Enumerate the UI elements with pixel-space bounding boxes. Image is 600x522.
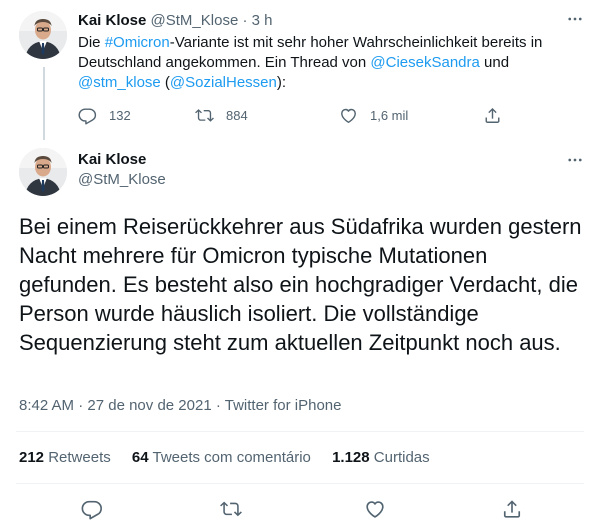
- avatar-image: [19, 148, 67, 196]
- divider: [16, 483, 584, 484]
- retweets-label: Retweets: [48, 449, 111, 466]
- tweet-header: Kai Klose @StM_Klose · 3 h: [78, 11, 273, 31]
- text-segment: und: [479, 54, 510, 71]
- retweets-count: 212: [19, 449, 45, 466]
- tweet-text: Die #Omicron-Variante ist mit sehr hoher…: [78, 33, 558, 93]
- meta-separator: ·: [78, 397, 84, 414]
- like-count: 1,6 mil: [370, 107, 409, 123]
- hashtag-link[interactable]: #Omicron: [105, 34, 170, 51]
- more-options-button[interactable]: [565, 150, 585, 170]
- header-separator: ·: [242, 12, 248, 29]
- tweet-time[interactable]: 3 h: [252, 12, 273, 29]
- likes-label: Curtidas: [373, 449, 430, 466]
- like-button[interactable]: [363, 497, 387, 521]
- author-handle[interactable]: @StM_Klose: [78, 170, 166, 190]
- like-icon: [341, 108, 356, 123]
- tweet-date[interactable]: 27 de nov de 2021: [87, 397, 211, 414]
- divider: [16, 431, 584, 432]
- tweet-time[interactable]: 8:42 AM: [19, 397, 74, 414]
- tweet-source[interactable]: Twitter for iPhone: [225, 397, 342, 414]
- avatar[interactable]: [19, 11, 67, 59]
- thread-connector-line: [43, 67, 45, 140]
- tweet-stats: 212 Retweets 64 Tweets com comentário 1.…: [19, 448, 447, 468]
- more-icon: [568, 17, 582, 21]
- tweet-meta: 8:42 AM · 27 de nov de 2021 · Twitter fo…: [19, 396, 341, 416]
- like-icon: [366, 501, 384, 518]
- reply-icon: [78, 107, 97, 125]
- more-icon: [568, 158, 582, 162]
- reply-icon: [81, 500, 102, 520]
- share-icon: [485, 107, 500, 123]
- likes-stat[interactable]: 1.128 Curtidas: [332, 448, 430, 468]
- text-segment: (: [160, 74, 170, 91]
- tweet-actions: 132 884 1,6 mil: [78, 104, 518, 126]
- text-segment: ):: [276, 74, 287, 91]
- retweet-icon: [195, 108, 214, 122]
- retweets-stat[interactable]: 212 Retweets: [19, 448, 111, 468]
- text-segment: Die: [78, 34, 105, 51]
- author-handle[interactable]: @StM_Klose: [151, 12, 239, 29]
- quote-tweets-stat[interactable]: 64 Tweets com comentário: [132, 448, 311, 468]
- reply-button[interactable]: 132: [78, 104, 131, 126]
- more-options-button[interactable]: [565, 9, 585, 29]
- reply-button[interactable]: [80, 497, 104, 521]
- author-name[interactable]: Kai Klose: [78, 12, 146, 29]
- likes-count: 1.128: [332, 449, 370, 466]
- retweet-button[interactable]: [219, 497, 243, 521]
- avatar[interactable]: [19, 148, 67, 196]
- mention-link[interactable]: @CiesekSandra: [370, 54, 479, 71]
- share-button[interactable]: [500, 497, 524, 521]
- avatar-image: [19, 11, 67, 59]
- mention-link[interactable]: @stm_klose: [78, 74, 161, 91]
- retweet-count: 884: [226, 107, 248, 123]
- tweet-text: Bei einem Reiserückkehrer aus Südafrika …: [19, 214, 582, 355]
- like-button[interactable]: 1,6 mil: [339, 104, 408, 126]
- retweet-icon: [220, 501, 242, 517]
- author-name[interactable]: Kai Klose: [78, 150, 146, 170]
- quotes-count: 64: [131, 449, 149, 466]
- mention-link[interactable]: @SozialHessen: [170, 74, 277, 91]
- retweet-button[interactable]: 884: [195, 104, 248, 126]
- quotes-label: Tweets com comentário: [152, 449, 311, 466]
- share-button[interactable]: [483, 104, 514, 126]
- share-icon: [503, 500, 521, 518]
- meta-separator: ·: [215, 397, 221, 414]
- reply-count: 132: [109, 107, 131, 123]
